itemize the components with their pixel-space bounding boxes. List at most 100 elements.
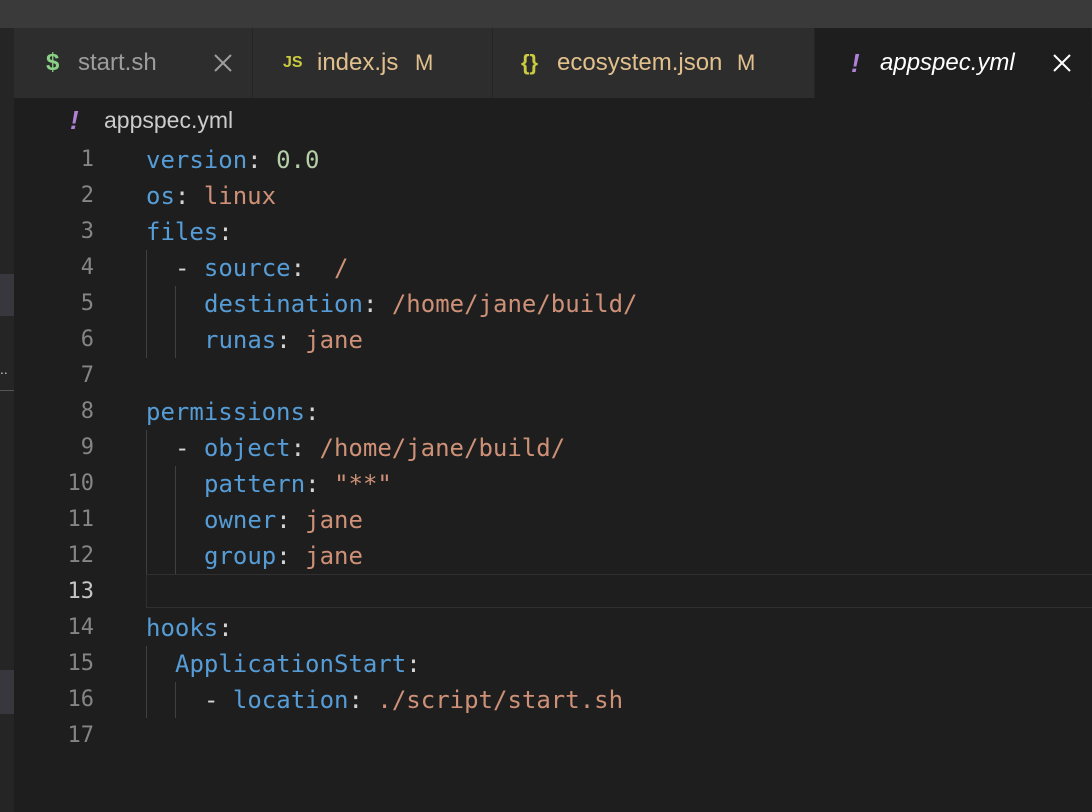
yaml-punctuation: : — [218, 614, 233, 642]
code-text: permissions: — [146, 394, 319, 430]
line-number: 8 — [80, 399, 94, 424]
tab-label: ecosystem.json — [557, 49, 723, 76]
line-number: 3 — [80, 219, 94, 244]
code-text: os: linux — [146, 178, 276, 214]
tab-appspec-yml[interactable]: ! appspec.yml — [815, 28, 1092, 98]
code-line[interactable]: 4 - source: / — [0, 250, 1092, 286]
yaml-punctuation: : — [290, 434, 320, 462]
tab-label: appspec.yml — [880, 49, 1015, 76]
yaml-string-value: linux — [203, 182, 277, 210]
code-line[interactable]: 13 — [0, 574, 1092, 610]
yaml-punctuation: - — [175, 254, 204, 282]
code-text: ApplicationStart: — [175, 646, 421, 682]
code-line[interactable]: 2 os: linux — [0, 178, 1092, 214]
breadcrumb: ! appspec.yml — [14, 98, 1092, 142]
line-number: 2 — [80, 183, 94, 208]
current-line-highlight — [146, 574, 1092, 608]
yaml-string-value: jane — [305, 326, 363, 354]
tab-label: start.sh — [78, 49, 157, 76]
json-file-icon: {} — [521, 50, 539, 75]
window-title-bar — [0, 0, 1092, 28]
line-number: 10 — [67, 471, 95, 496]
yaml-string-value: "**" — [334, 470, 392, 498]
code-text: - object: /home/jane/build/ — [175, 430, 565, 466]
code-text: version: 0.0 — [146, 142, 319, 178]
yaml-punctuation: : — [348, 686, 378, 714]
yaml-string-value: / — [333, 254, 349, 282]
line-number: 9 — [80, 435, 94, 460]
line-number: 13 — [67, 579, 95, 604]
yaml-key: files — [146, 218, 219, 246]
code-editor[interactable]: 1 version: 0.0 2 os: linux 3 files: 4 - source:… — [0, 142, 1092, 812]
line-number: 5 — [80, 291, 94, 316]
code-line[interactable]: 10 pattern: "**" — [0, 466, 1092, 502]
code-line[interactable]: 5 destination: /home/jane/build/ — [0, 286, 1092, 322]
code-line[interactable]: 11 owner: jane — [0, 502, 1092, 538]
line-number: 1 — [80, 147, 94, 172]
code-line[interactable]: 17 — [0, 718, 1092, 754]
line-number: 12 — [67, 543, 95, 568]
yaml-punctuation: : — [276, 326, 306, 354]
tab-index-js[interactable]: JS index.js M — [253, 28, 493, 98]
yaml-string-value: ./script/start.sh — [377, 686, 624, 714]
line-number: 4 — [80, 255, 94, 280]
yaml-punctuation: - — [175, 434, 204, 462]
yaml-key: pattern — [204, 470, 306, 498]
yaml-punctuation: : — [276, 542, 306, 570]
yaml-punctuation: : — [290, 254, 334, 282]
yaml-punctuation: : — [362, 290, 392, 318]
line-number: 14 — [67, 615, 95, 640]
yaml-punctuation: : — [305, 470, 335, 498]
line-number: 16 — [67, 687, 95, 712]
line-number: 7 — [80, 363, 94, 388]
code-line[interactable]: 6 runas: jane — [0, 322, 1092, 358]
yaml-key: destination — [204, 290, 363, 318]
line-number: 17 — [67, 723, 95, 748]
yaml-key: source — [203, 254, 291, 282]
code-text: destination: /home/jane/build/ — [204, 286, 638, 322]
modified-status-badge: M — [737, 50, 756, 75]
code-line[interactable]: 16 - location: ./script/start.sh — [0, 682, 1092, 718]
yaml-string-value: jane — [305, 542, 363, 570]
yaml-file-icon: ! — [851, 48, 860, 78]
code-line[interactable]: 14 hooks: — [0, 610, 1092, 646]
yaml-key: owner — [204, 506, 277, 534]
code-text: - source: / — [175, 250, 348, 286]
close-icon[interactable] — [210, 28, 236, 98]
code-line[interactable]: 15 ApplicationStart: — [0, 646, 1092, 682]
yaml-key: object — [203, 434, 291, 462]
code-text: group: jane — [204, 538, 363, 574]
tab-label: index.js — [317, 49, 399, 76]
tab-ecosystem-json[interactable]: {} ecosystem.json M — [493, 28, 815, 98]
code-text: - location: ./script/start.sh — [204, 682, 623, 718]
yaml-key: location — [232, 686, 349, 714]
code-line[interactable]: 12 group: jane — [0, 538, 1092, 574]
code-text: runas: jane — [204, 322, 363, 358]
breadcrumb-file[interactable]: appspec.yml — [104, 102, 233, 138]
line-number: 11 — [67, 507, 95, 532]
yaml-key: runas — [204, 326, 277, 354]
editor-tab-bar: $ start.sh JS index.js M {} ecosystem.js… — [14, 28, 1092, 98]
code-line[interactable]: 9 - object: /home/jane/build/ — [0, 430, 1092, 466]
yaml-string-value: jane — [305, 506, 363, 534]
shell-script-icon: $ — [46, 49, 60, 76]
code-text: owner: jane — [204, 502, 363, 538]
close-icon[interactable] — [1049, 28, 1075, 98]
yaml-file-icon: ! — [70, 105, 79, 135]
yaml-punctuation: : — [218, 218, 233, 246]
code-line[interactable]: 8 permissions: — [0, 394, 1092, 430]
yaml-punctuation: : — [247, 146, 277, 174]
javascript-file-icon: JS — [283, 54, 303, 71]
code-line[interactable]: 3 files: — [0, 214, 1092, 250]
line-number: 15 — [67, 651, 95, 676]
code-text: files: — [146, 214, 233, 250]
yaml-key: os — [146, 182, 175, 210]
yaml-punctuation: - — [204, 686, 233, 714]
yaml-string-value: /home/jane/build/ — [391, 290, 638, 318]
yaml-key: hooks — [146, 614, 219, 642]
code-line[interactable]: 7 — [0, 358, 1092, 394]
yaml-punctuation: : — [174, 182, 204, 210]
code-line[interactable]: 1 version: 0.0 — [0, 142, 1092, 178]
code-text: hooks: — [146, 610, 233, 646]
tab-start-sh[interactable]: $ start.sh — [14, 28, 253, 98]
